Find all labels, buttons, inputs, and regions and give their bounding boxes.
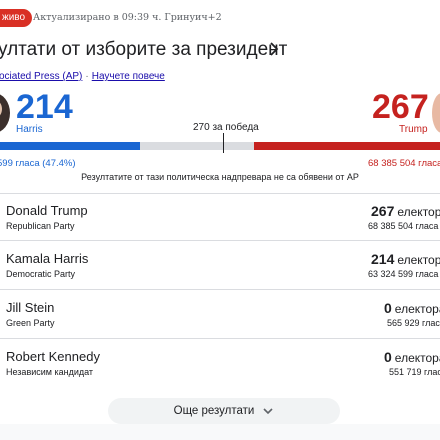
row-divider xyxy=(0,193,440,194)
harris-electoral-bar xyxy=(0,142,140,150)
candidate-electoral-votes: 0електорал xyxy=(384,349,440,365)
source-link[interactable]: ociated Press (AP) xyxy=(0,71,82,82)
candidate-name: Robert Kennedy xyxy=(6,349,100,364)
row-divider xyxy=(0,289,440,290)
race-disclaimer: Резултатите от тази политическа надпрева… xyxy=(81,172,359,182)
bottom-strip xyxy=(0,424,440,440)
source-separator: · xyxy=(85,71,89,82)
trump-avatar xyxy=(432,93,440,133)
ev-count: 0 xyxy=(384,300,392,316)
ev-count: 267 xyxy=(371,203,395,219)
more-results-label: Още резултати xyxy=(173,405,255,417)
learn-more-link[interactable]: Научете повече xyxy=(92,71,165,82)
trump-popular-vote: 68 385 504 гласа xyxy=(368,158,440,169)
chevron-down-icon xyxy=(263,408,273,415)
candidate-party: Democratic Party xyxy=(6,269,76,279)
candidate-electoral-votes: 267електорал xyxy=(371,203,440,219)
candidate-popular-vote: 565 929 глас xyxy=(387,318,440,328)
row-divider xyxy=(0,338,440,339)
ev-label: електорал xyxy=(397,253,440,267)
ev-label: електорал xyxy=(394,302,440,316)
harris-electoral-votes: 214 xyxy=(16,88,73,126)
ev-count: 0 xyxy=(384,349,392,365)
last-updated-text: Актуализирано в 09:39 ч. Гринуич+2 xyxy=(33,12,222,23)
row-divider xyxy=(0,240,440,241)
ev-label: електорал xyxy=(394,351,440,365)
candidate-popular-vote: 551 719 глас xyxy=(389,367,440,377)
trump-name-label: Trump xyxy=(399,124,428,135)
win-threshold-marker xyxy=(223,133,224,153)
live-badge: живо xyxy=(0,9,32,27)
harris-popular-vote: 599 гласа (47.4%) xyxy=(0,158,76,169)
candidate-party: Независим кандидат xyxy=(6,367,94,377)
candidate-electoral-votes: 0електорал xyxy=(384,300,440,316)
candidate-name: Donald Trump xyxy=(6,203,88,218)
candidate-electoral-votes: 214електорал xyxy=(371,251,440,267)
harris-name-label: Harris xyxy=(16,124,43,135)
trump-electoral-votes: 267 xyxy=(372,88,429,126)
candidate-name: Jill Stein xyxy=(6,300,55,315)
win-threshold-label: 270 за победа xyxy=(193,122,259,133)
harris-avatar xyxy=(0,93,10,133)
ev-count: 214 xyxy=(371,251,395,267)
candidate-name: Kamala Harris xyxy=(6,251,89,266)
ev-label: електорал xyxy=(397,205,440,219)
candidate-popular-vote: 63 324 599 гласа xyxy=(368,269,439,279)
trump-electoral-bar xyxy=(254,142,440,150)
candidate-party: Green Party xyxy=(6,318,55,328)
candidate-popular-vote: 68 385 504 гласа xyxy=(368,221,439,231)
candidate-party: Republican Party xyxy=(6,221,75,231)
more-results-button[interactable]: Още резултати xyxy=(108,398,340,424)
chevron-right-icon[interactable] xyxy=(266,40,282,58)
source-line: ociated Press (AP) · Научете повече xyxy=(0,71,165,82)
page-title[interactable]: ултати от изборите за президент xyxy=(0,39,287,61)
